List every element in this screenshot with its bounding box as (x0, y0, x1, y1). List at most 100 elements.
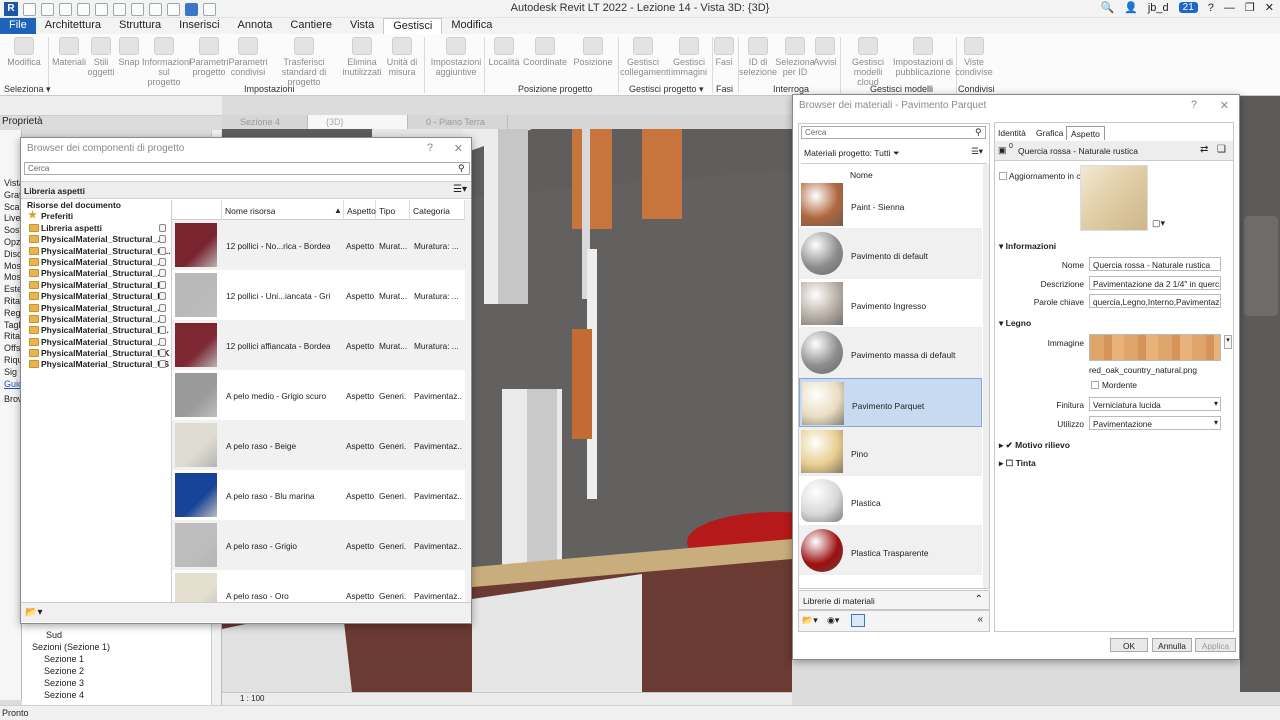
tree-folder[interactable]: PhysicalMaterial_Structural_... (21, 303, 171, 314)
tree-item[interactable]: Sud (22, 630, 221, 642)
warnings-button[interactable]: Avvisi (810, 37, 840, 67)
material-list-scrollbar[interactable] (983, 164, 989, 588)
tab-vista[interactable]: Vista (341, 18, 383, 34)
tree-folder[interactable]: PhysicalMaterial_Structural_... (21, 314, 171, 325)
user-icon[interactable]: 👤 (1124, 1, 1138, 14)
additional-settings-button[interactable]: Impostazioni aggiuntive (430, 37, 482, 77)
material-search-input[interactable]: Cerca (801, 126, 986, 139)
section-relief[interactable]: ▸ ✔ Motivo rilievo (999, 440, 1070, 451)
use-dropdown[interactable]: Pavimentazione (1089, 416, 1221, 430)
project-parameters-button[interactable]: Parametri progetto (187, 37, 231, 77)
tab-appearance[interactable]: Aspetto (1066, 126, 1105, 140)
description-field[interactable]: Pavimentazione da 2 1/4" in querc... (1089, 276, 1221, 290)
asset-row[interactable]: A pelo raso - Grigio Aspetto Generi... Pavi… (172, 520, 465, 570)
asset-search-input[interactable]: Cerca (24, 162, 470, 175)
help-icon[interactable]: ? (427, 142, 433, 154)
cancel-button[interactable]: Annulla (1152, 638, 1192, 652)
tree-folder[interactable]: PhysicalMaterial_Structural_... (21, 268, 171, 279)
asset-row[interactable]: 12 pollici - No...rica - Bordeaux Aspetto… (172, 220, 465, 270)
shared-views-button[interactable]: Viste condivise (954, 37, 994, 77)
phases-button[interactable]: Fasi (712, 37, 736, 67)
tab-inserisci[interactable]: Inserisci (170, 18, 228, 34)
collapse-left-icon[interactable]: « (977, 614, 983, 625)
tree-folder[interactable]: PhysicalMaterial_Structural_C... (21, 246, 171, 257)
tab-identity[interactable]: Identità (994, 126, 1030, 140)
asset-row[interactable]: A pelo raso - Blu marina Aspetto Generi...… (172, 470, 465, 520)
col-name[interactable]: Nome risorsa (222, 200, 344, 220)
tab-modifica[interactable]: Modifica (442, 18, 501, 34)
type-selector[interactable] (0, 130, 21, 178)
tab-architettura[interactable]: Architettura (36, 18, 110, 34)
finish-dropdown[interactable]: Verniciatura lucida (1089, 397, 1221, 411)
steering-wheel-icon[interactable] (1244, 216, 1278, 316)
minimize-icon[interactable]: — (1224, 2, 1235, 14)
asset-row[interactable]: A pelo raso - Oro Aspetto Generi... Pavimen… (172, 570, 465, 602)
user-name[interactable]: jb_d (1148, 2, 1169, 14)
notifications-badge[interactable]: 21 (1178, 2, 1198, 13)
tree-folder[interactable]: PhysicalMaterial_Structural_... (21, 257, 171, 268)
section-tint[interactable]: ▸ ☐ Tinta (999, 458, 1036, 469)
manage-cloud-models-button[interactable]: Gestisci modelli cloud (842, 37, 894, 87)
asset-scrollbar[interactable] (465, 200, 471, 602)
view-tab-section[interactable]: Sezione 4 (222, 115, 308, 129)
fade-checkbox[interactable] (1091, 381, 1099, 389)
close-icon[interactable]: ✕ (454, 142, 463, 155)
update-checkbox[interactable] (999, 172, 1007, 180)
publish-settings-button[interactable]: Impostazioni di pubblicazione (892, 37, 954, 77)
list-view-icon[interactable]: ☰▾ (971, 146, 983, 157)
col-tipo[interactable]: Tipo (376, 200, 410, 220)
tree-folder[interactable]: PhysicalMaterial_Structural_US (21, 359, 171, 370)
tree-favorites[interactable]: ★ Preferiti (21, 210, 171, 222)
tree-folder[interactable]: PhysicalMaterial_Structural_... (21, 234, 171, 245)
ok-button[interactable]: OK (1110, 638, 1148, 652)
tab-struttura[interactable]: Struttura (110, 18, 170, 34)
filter-icon[interactable]: ⏷ (893, 148, 900, 158)
material-item[interactable]: Pavimento di default (799, 229, 982, 279)
tree-item[interactable]: Sezione 4 (22, 690, 221, 702)
panel-label-manage-project[interactable]: Gestisci progetto ▾ (629, 84, 704, 95)
tab-cantiere[interactable]: Cantiere (281, 18, 341, 34)
tree-item[interactable]: Sezione 1 (22, 654, 221, 666)
material-item[interactable]: Pino (799, 427, 982, 477)
units-button[interactable]: Unità di misura (380, 37, 424, 77)
manage-links-button[interactable]: Gestisci collegamenti (620, 37, 671, 77)
coordinates-button[interactable]: Coordinate (520, 37, 570, 67)
project-info-button[interactable]: Informazioni sul progetto (142, 37, 191, 87)
section-wood[interactable]: ▾ Legno (999, 318, 1031, 329)
tab-annota[interactable]: Annota (229, 18, 282, 34)
material-item[interactable]: Plastica (799, 476, 982, 526)
search-icon[interactable]: 🔍 (1100, 1, 1114, 14)
tab-gestisci[interactable]: Gestisci (383, 18, 443, 34)
tree-item[interactable]: Sezione 3 (22, 678, 221, 690)
close-icon[interactable]: ✕ (1265, 1, 1274, 14)
apply-button[interactable]: Applica (1195, 638, 1236, 652)
search-icon[interactable]: ⚲ (975, 127, 982, 138)
view-scale[interactable]: 1 : 100 (240, 694, 264, 703)
tree-folder[interactable]: Libreria aspetti (21, 223, 171, 234)
keywords-field[interactable]: quercia,Legno,Interno,Pavimentaz... (1089, 294, 1221, 308)
tree-folder[interactable]: PhysicalMaterial_Structural_I... (21, 280, 171, 291)
purge-unused-button[interactable]: Elimina inutilizzati (340, 37, 384, 77)
material-item[interactable]: Paint - Sienna (799, 180, 982, 230)
col-categoria[interactable]: Categoria (410, 200, 465, 220)
maximize-icon[interactable]: ❐ (1245, 1, 1255, 14)
modify-button[interactable]: Modifica (2, 37, 46, 67)
view-tab-3d[interactable]: {3D} (308, 115, 408, 129)
image-options-icon[interactable]: ▾ (1224, 335, 1232, 349)
tab-file[interactable]: File (0, 18, 36, 34)
collapse-up-icon[interactable]: ⌃ (975, 594, 983, 605)
name-field[interactable]: Quercia rossa - Naturale rustica (1089, 257, 1221, 271)
search-icon[interactable]: ⚲ (458, 163, 465, 174)
tree-folder[interactable]: PhysicalMaterial_Structural_P... (21, 325, 171, 336)
library-menu-icon[interactable]: 📂▾ (802, 615, 818, 626)
wood-texture-image[interactable] (1089, 334, 1221, 361)
tab-graphics[interactable]: Grafica (1032, 126, 1067, 140)
tree-item-sections[interactable]: Sezioni (Sezione 1) (22, 642, 221, 654)
material-filter[interactable]: Materiali progetto: Tutti ⏷ ☰▾ (801, 142, 987, 164)
view-tab-plan[interactable]: 0 - Piano Terra (408, 115, 508, 129)
preview-options-icon[interactable]: ▢▾ (1152, 218, 1165, 229)
manage-images-button[interactable]: Gestisci immagini (666, 37, 712, 77)
open-library-icon[interactable]: 📂▾ (25, 607, 42, 618)
material-item[interactable]: Pavimento Ingresso (799, 278, 982, 329)
asset-row[interactable]: A pelo medio - Grigio scuro Aspetto Generi… (172, 370, 465, 420)
